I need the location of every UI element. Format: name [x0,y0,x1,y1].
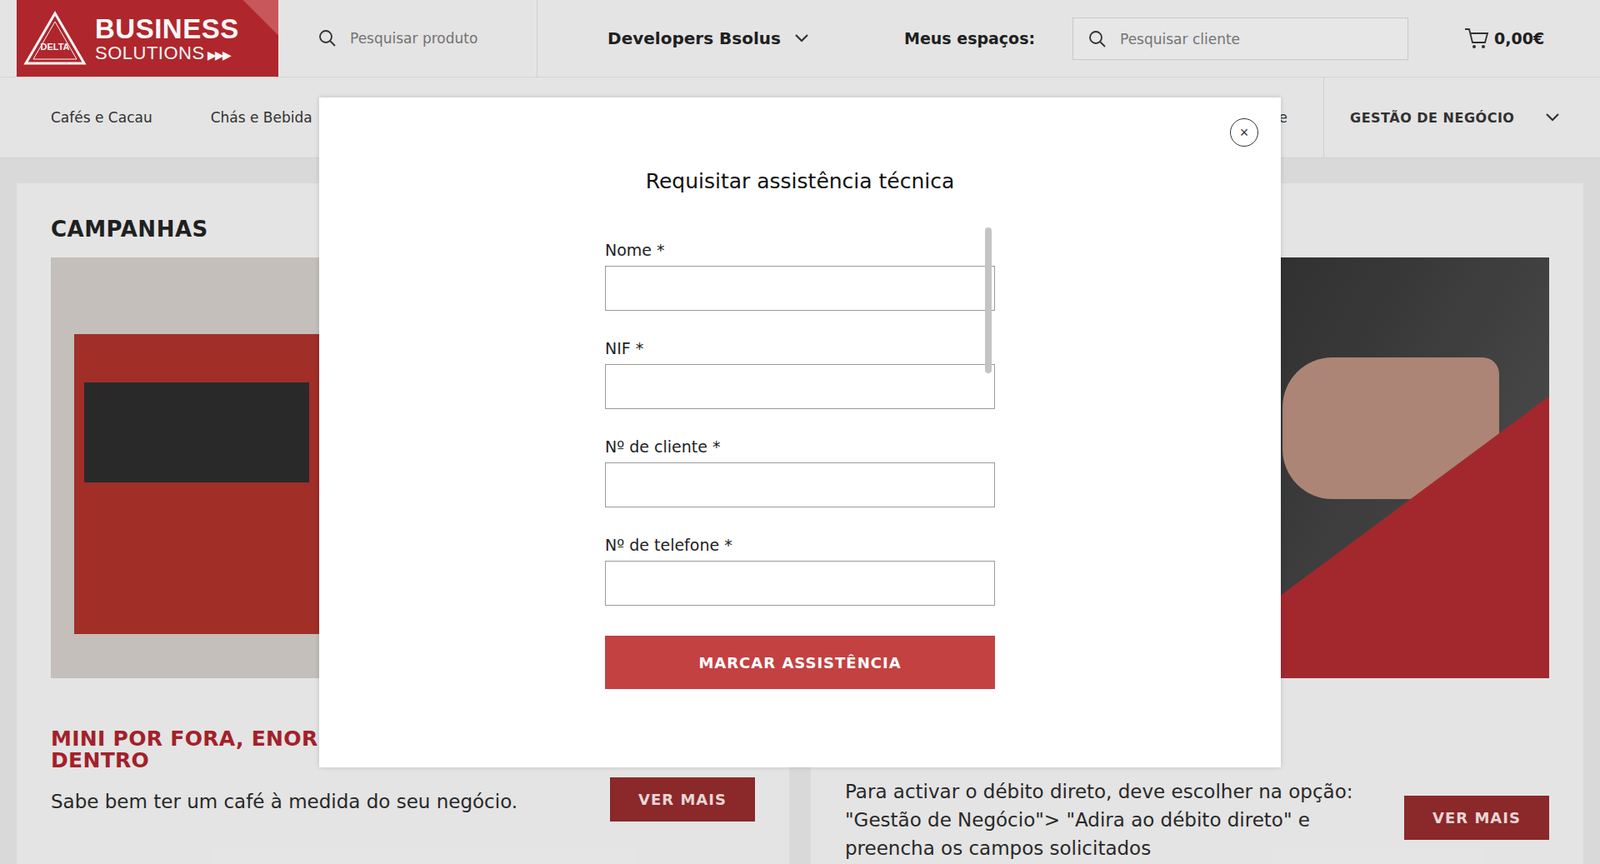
field-label: Nº de cliente * [605,437,995,458]
form-field: Nº de cliente * [605,437,995,508]
submit-button[interactable]: MARCAR ASSISTÊNCIA [605,635,995,690]
field-input[interactable] [605,462,995,508]
form-scroll-area: Nome * NIF * Nº de cliente * Nº de telefone… [583,240,1017,690]
close-button[interactable]: × [1230,118,1259,147]
scrollbar-track[interactable] [985,227,992,611]
assistance-form: Nome * NIF * Nº de cliente * Nº de telefone… [605,240,995,690]
scrollbar-thumb[interactable] [985,227,992,374]
field-input[interactable] [605,560,995,606]
field-input[interactable] [605,364,995,410]
form-field: Nome * [605,240,995,311]
field-input[interactable] [605,265,995,311]
form-field: Nº de telefone * [605,535,995,606]
modal-title: Requisitar assistência técnica [645,169,955,194]
field-label: Nome * [605,240,995,261]
form-field: NIF * [605,339,995,410]
field-label: Nº de telefone * [605,535,995,556]
field-label: NIF * [605,339,995,360]
assistance-modal: × Requisitar assistência técnica Nome * NIF… [319,97,1281,768]
